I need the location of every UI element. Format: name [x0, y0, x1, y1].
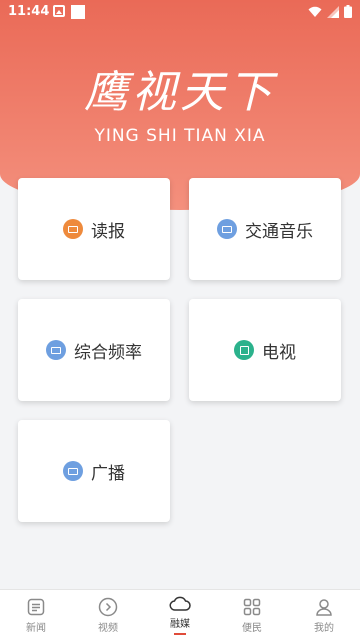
user-icon	[316, 598, 332, 616]
tab-news[interactable]: 新闻	[0, 590, 72, 640]
tab-label: 我的	[314, 622, 334, 634]
grid-icon	[243, 598, 261, 615]
tab-label: 视频	[98, 622, 118, 634]
radio-icon	[63, 461, 83, 481]
radio-icon	[46, 340, 66, 360]
wifi-icon	[308, 6, 322, 17]
app-subtitle: YING SHI TIAN XIA	[94, 126, 266, 146]
tab-label: 融媒	[170, 619, 190, 630]
signal-icon	[327, 5, 339, 18]
tab-label: 新闻	[26, 622, 46, 634]
tab-label: 便民	[242, 622, 262, 634]
app-title: 鹰视天下	[84, 67, 276, 118]
play-circle-icon	[98, 597, 118, 616]
tab-profile[interactable]: 我的	[288, 590, 360, 640]
tab-convenience[interactable]: 便民	[216, 590, 288, 640]
card-label: 交通音乐	[245, 221, 313, 242]
active-tab-indicator	[174, 633, 186, 635]
status-time: 11:44	[8, 4, 50, 19]
card-read-newspaper[interactable]: 读报	[18, 178, 170, 280]
card-tv[interactable]: 电视	[189, 299, 341, 401]
card-label: 电视	[262, 342, 296, 363]
card-label: 读报	[91, 221, 125, 242]
bottom-tab-bar: 新闻 视频 融媒 便民 我的	[0, 589, 360, 640]
tab-media[interactable]: 融媒	[144, 590, 216, 640]
newspaper-icon	[63, 219, 83, 239]
card-traffic-music[interactable]: 交通音乐	[189, 178, 341, 280]
card-comprehensive-channel[interactable]: 综合频率	[18, 299, 170, 401]
card-label: 综合频率	[74, 342, 142, 363]
cloud-icon	[169, 596, 191, 611]
tab-video[interactable]: 视频	[72, 590, 144, 640]
tv-icon	[234, 340, 254, 360]
radio-icon	[217, 219, 237, 239]
card-label: 广播	[91, 463, 125, 484]
app-notification-icon	[71, 5, 85, 19]
card-broadcast[interactable]: 广播	[18, 420, 170, 522]
status-bar: 11:44	[0, 0, 360, 24]
news-icon	[27, 598, 45, 615]
image-notification-icon	[53, 5, 65, 17]
battery-icon	[344, 5, 352, 18]
